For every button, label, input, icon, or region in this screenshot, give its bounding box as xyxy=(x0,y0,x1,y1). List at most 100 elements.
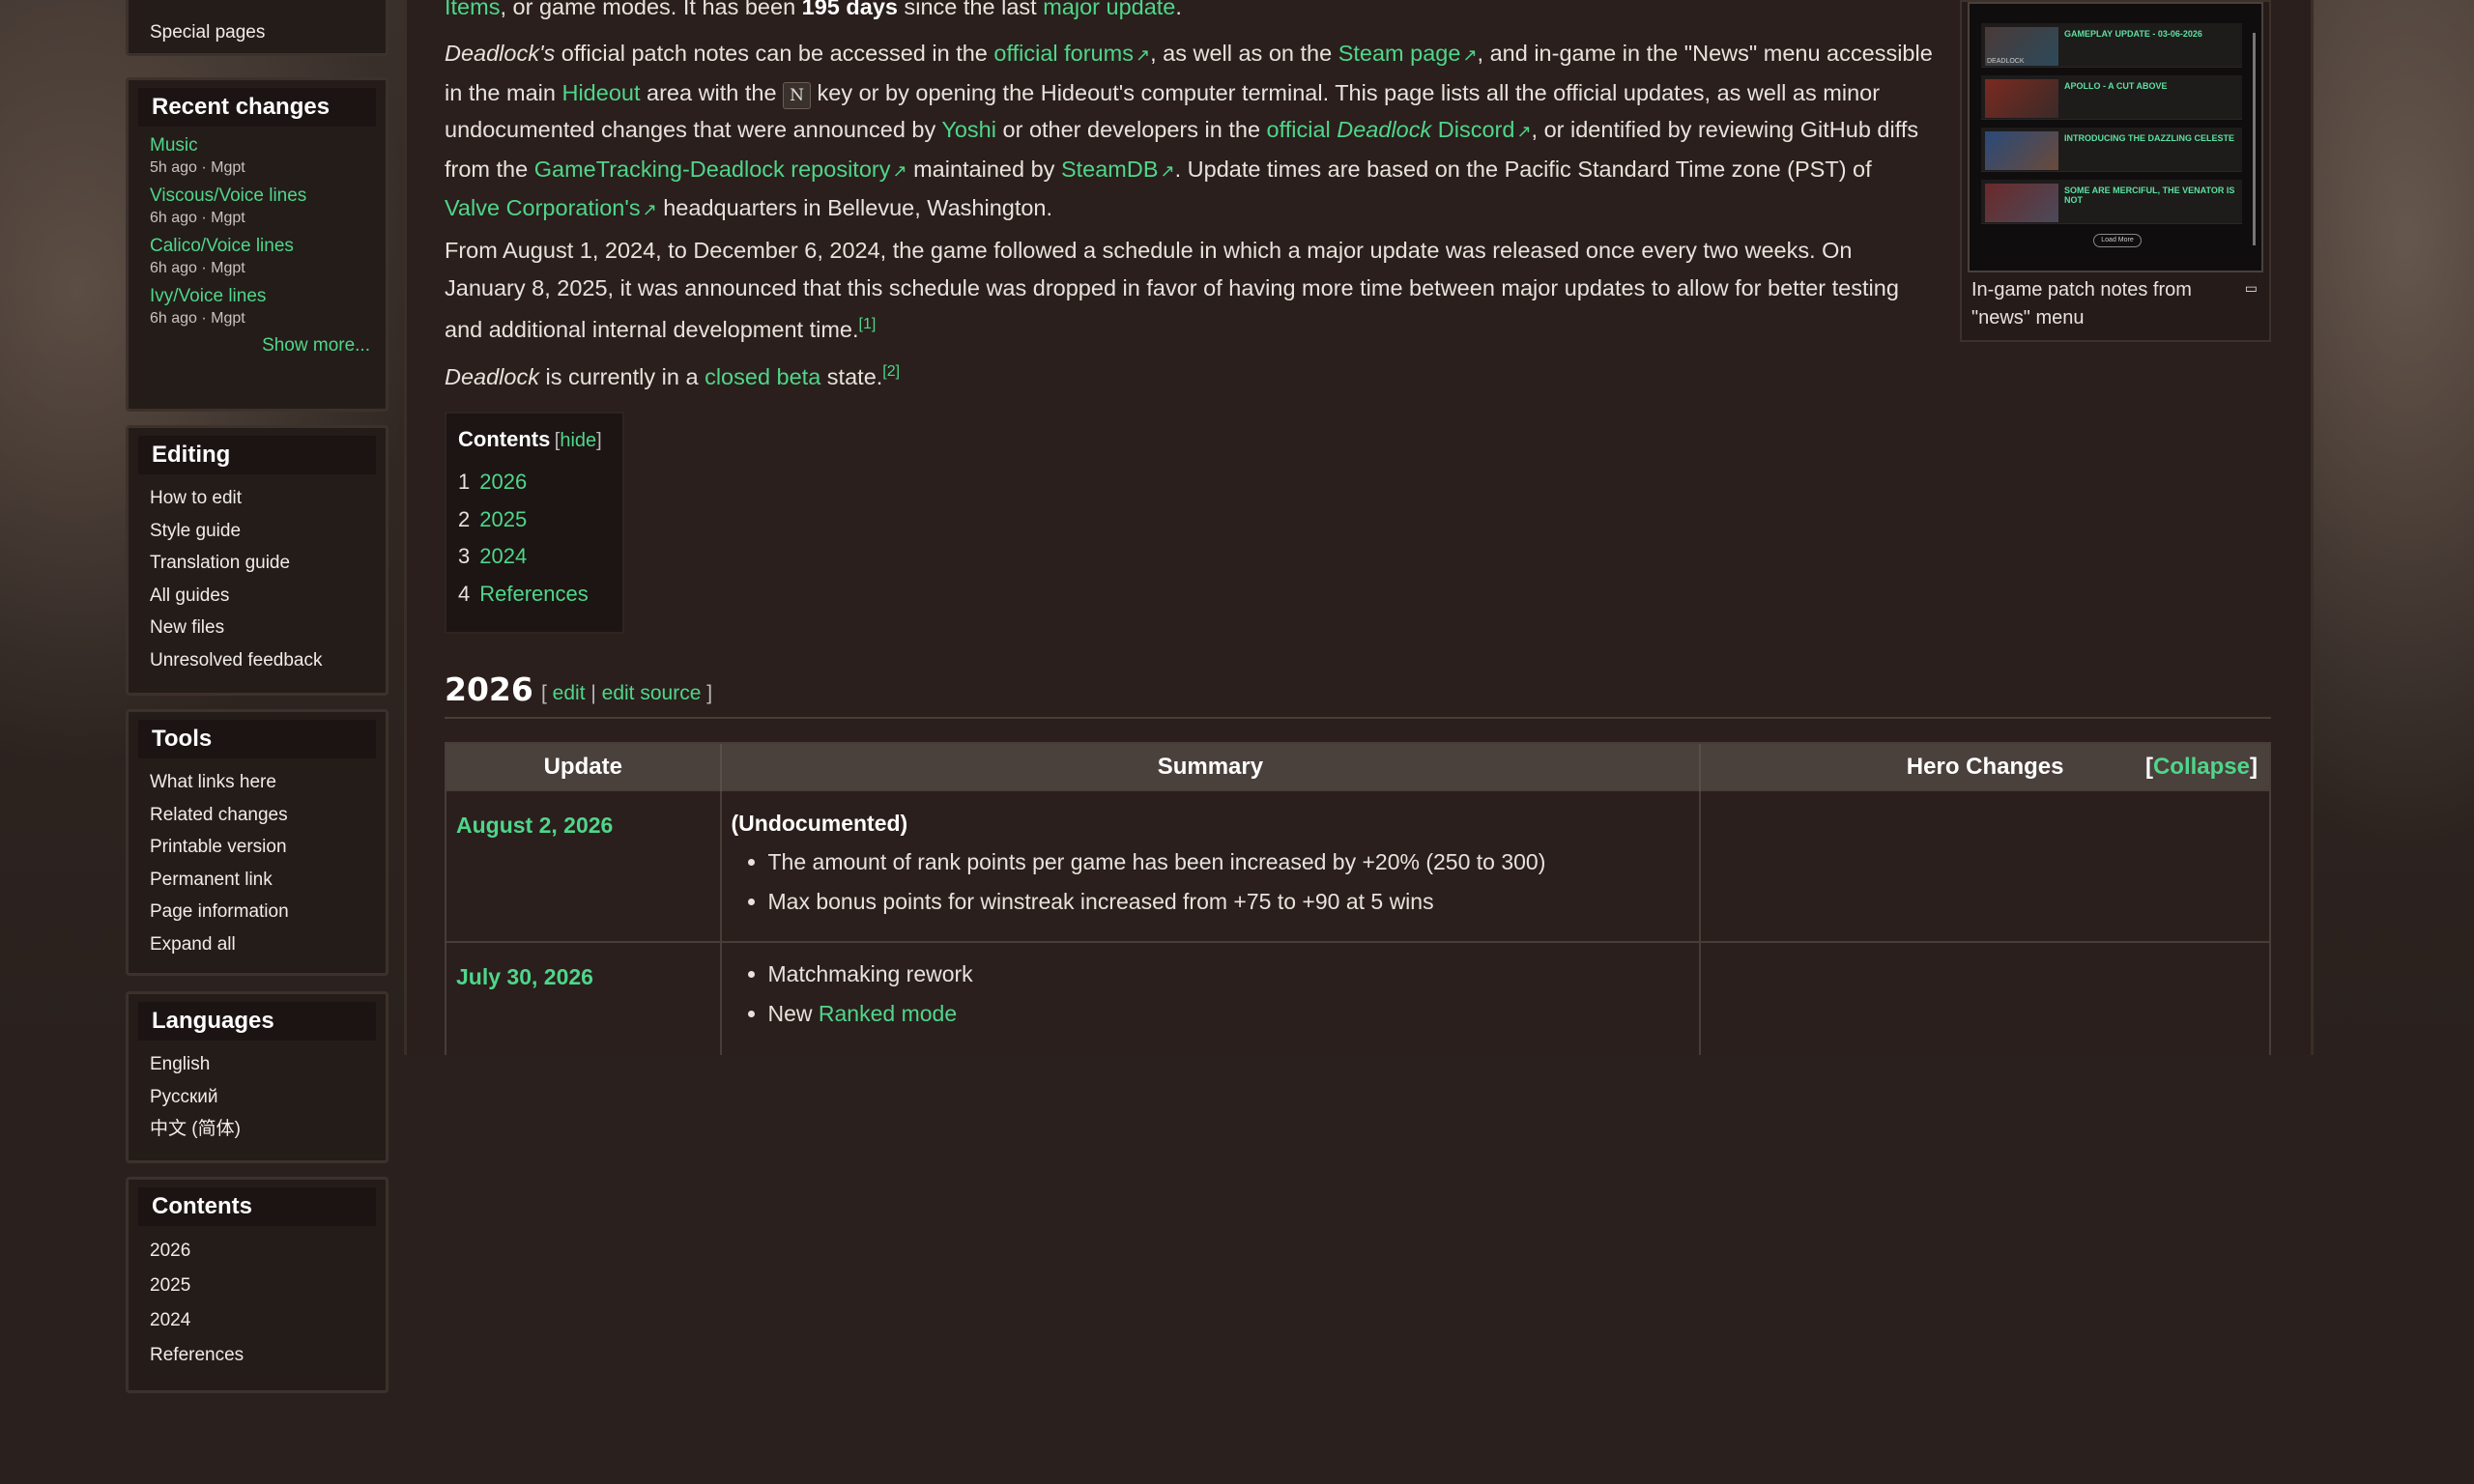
reference-2[interactable]: [2] xyxy=(882,363,900,380)
recent-change-title[interactable]: Viscous/Voice lines xyxy=(150,185,376,208)
thumb-scrollbar xyxy=(2253,33,2256,245)
days-since-update: 195 days xyxy=(801,0,898,19)
toc-item[interactable]: 1 2026 xyxy=(458,464,611,501)
recent-change-title[interactable]: Music xyxy=(150,134,376,157)
major-update-link[interactable]: major update xyxy=(1043,0,1175,19)
yoshi-link[interactable]: Yoshi xyxy=(941,117,996,142)
steamdb-link[interactable]: SteamDB xyxy=(1061,157,1175,182)
text: state. xyxy=(820,363,883,389)
patch-notes-thumbnail[interactable]: GAMEPLAY UPDATE - 03-06-2026 APOLLO - A … xyxy=(1968,2,2263,272)
sidebar-item-style-guide[interactable]: Style guide xyxy=(150,515,376,548)
discord-link-part[interactable]: official xyxy=(1267,117,1338,142)
toc-link-2025[interactable]: 2025 xyxy=(479,507,527,531)
hideout-link[interactable]: Hideout xyxy=(561,80,640,105)
collapse-link[interactable]: Collapse xyxy=(2153,754,2250,780)
gametracking-link[interactable]: GameTracking-Deadlock repository xyxy=(534,157,907,182)
thumb-row: INTRODUCING THE DAZZLING CELESTE xyxy=(1981,128,2242,172)
sidebar-contents-2025[interactable]: 2025 xyxy=(150,1269,376,1303)
magnify-icon[interactable]: ▭ xyxy=(2245,280,2258,297)
recent-change-item[interactable]: Ivy/Voice lines 6h ago · Mgpt xyxy=(138,285,376,329)
toc-link-references[interactable]: References xyxy=(479,582,589,606)
summary-bullet: New Ranked mode xyxy=(768,994,1690,1034)
thumb-row: SOME ARE MERCIFUL, THE VENATOR IS NOT xyxy=(1981,180,2242,224)
language-russian[interactable]: Русский xyxy=(150,1081,376,1114)
sidebar-contents-2026[interactable]: 2026 xyxy=(150,1234,376,1269)
toc-item[interactable]: 2 2025 xyxy=(458,501,611,539)
text: New xyxy=(767,1001,819,1026)
text: . xyxy=(1175,0,1182,19)
toc-link-2026[interactable]: 2026 xyxy=(479,470,527,494)
sidebar-item-expand-all[interactable]: Expand all xyxy=(150,928,376,961)
patch-notes-paragraph: Deadlock's official patch notes can be a… xyxy=(445,35,1933,229)
portlet-contents: Contents 2026 2025 2024 References xyxy=(126,1177,388,1393)
update-date[interactable]: July 30, 2026 xyxy=(446,941,722,1055)
sidebar-item-page-information[interactable]: Page information xyxy=(150,896,376,928)
sidebar-item-how-to-edit[interactable]: How to edit xyxy=(150,482,376,515)
steam-page-link[interactable]: Steam page xyxy=(1338,41,1478,66)
text: area with the xyxy=(640,79,784,105)
discord-link-part[interactable]: Deadlock xyxy=(1337,117,1431,142)
header-summary: Summary xyxy=(720,744,1702,790)
hero-changes-cell xyxy=(1700,941,2269,1055)
beta-paragraph: Deadlock is currently in a closed beta s… xyxy=(445,354,1933,395)
valve-link[interactable]: Valve Corporation's xyxy=(445,195,657,220)
sidebar-item-unresolved-feedback[interactable]: Unresolved feedback xyxy=(150,644,376,677)
bracket: ] xyxy=(701,682,713,704)
image-caption: In-game patch notes from "news" menu xyxy=(1971,279,2192,328)
sidebar-item-what-links-here[interactable]: What links here xyxy=(150,766,376,799)
bracket: [ xyxy=(2144,754,2153,780)
recent-change-item[interactable]: Calico/Voice lines 6h ago · Mgpt xyxy=(138,235,376,279)
items-link[interactable]: Items xyxy=(445,0,500,19)
recent-change-title[interactable]: Ivy/Voice lines xyxy=(150,285,376,308)
sidebar-item-permanent-link[interactable]: Permanent link xyxy=(150,864,376,897)
section-title: 2026 xyxy=(445,671,533,708)
thumb-row-title: SOME ARE MERCIFUL, THE VENATOR IS NOT xyxy=(2064,186,2235,205)
header-hero-changes-label: Hero Changes xyxy=(1906,753,2064,780)
portlet-languages: Languages English Русский 中文 (简体) xyxy=(126,991,388,1163)
ranked-mode-link[interactable]: Ranked mode xyxy=(819,1001,957,1026)
toc-hide-link[interactable]: hide xyxy=(560,430,596,451)
sidebar-contents-2024[interactable]: 2024 xyxy=(150,1303,376,1338)
sidebar-item-printable-version[interactable]: Printable version xyxy=(150,831,376,864)
portlet-recent-changes: Recent changes Music 5h ago · Mgpt Visco… xyxy=(126,77,388,412)
sidebar-contents-references[interactable]: References xyxy=(150,1338,376,1373)
recent-change-title[interactable]: Calico/Voice lines xyxy=(150,235,376,258)
sidebar-item-new-files[interactable]: New files xyxy=(150,612,376,644)
closed-beta-link[interactable]: closed beta xyxy=(705,364,820,389)
header-hero-changes: Hero Changes [Collapse] xyxy=(1700,744,2269,790)
language-chinese[interactable]: 中文 (简体) xyxy=(150,1113,376,1146)
bracket: ] xyxy=(596,430,602,451)
summary-bullet: Matchmaking rework xyxy=(768,955,1690,994)
toc-link-2024[interactable]: 2024 xyxy=(479,544,527,568)
reference-1[interactable]: [1] xyxy=(859,316,877,332)
update-date[interactable]: August 2, 2026 xyxy=(446,789,722,942)
bracket: ] xyxy=(2250,754,2258,780)
text: maintained by xyxy=(906,156,1061,182)
official-forums-link[interactable]: official forums xyxy=(993,41,1150,66)
section-heading-2026: 2026 [ edit | edit source ] xyxy=(445,671,2271,719)
text: is currently in a xyxy=(538,363,705,389)
sidebar-item-translation-guide[interactable]: Translation guide xyxy=(150,547,376,580)
collapse-toggle[interactable]: [Collapse] xyxy=(2145,754,2258,781)
edit-link[interactable]: edit xyxy=(553,682,586,704)
portlet-editing: Editing How to edit Style guide Translat… xyxy=(126,425,388,696)
sidebar-item-all-guides[interactable]: All guides xyxy=(150,580,376,613)
summary-bullet: Max bonus points for winstreak increased… xyxy=(768,882,1690,922)
toc-item[interactable]: 3 2024 xyxy=(458,538,611,576)
toc-item[interactable]: 4 References xyxy=(458,576,611,614)
discord-link-part[interactable]: Discord xyxy=(1431,117,1515,142)
toc-number: 2 xyxy=(458,506,471,531)
sidebar-item-related-changes[interactable]: Related changes xyxy=(150,799,376,832)
toc-hide-toggle[interactable]: [hide] xyxy=(555,430,602,451)
recent-change-item[interactable]: Music 5h ago · Mgpt xyxy=(138,134,376,179)
toc-number: 3 xyxy=(458,544,471,568)
deadlock-italic: Deadlock's xyxy=(445,41,556,66)
recent-change-item[interactable]: Viscous/Voice lines 6h ago · Mgpt xyxy=(138,185,376,229)
language-english[interactable]: English xyxy=(150,1048,376,1081)
discord-link[interactable]: official Deadlock Discord xyxy=(1267,117,1532,142)
text: since the last xyxy=(897,0,1044,19)
edit-source-link[interactable]: edit source xyxy=(602,682,702,704)
show-more-link[interactable]: Show more... xyxy=(138,335,376,357)
sidebar-item-special-pages[interactable]: Special pages xyxy=(150,16,376,49)
recent-change-meta: 6h ago · Mgpt xyxy=(150,310,245,327)
